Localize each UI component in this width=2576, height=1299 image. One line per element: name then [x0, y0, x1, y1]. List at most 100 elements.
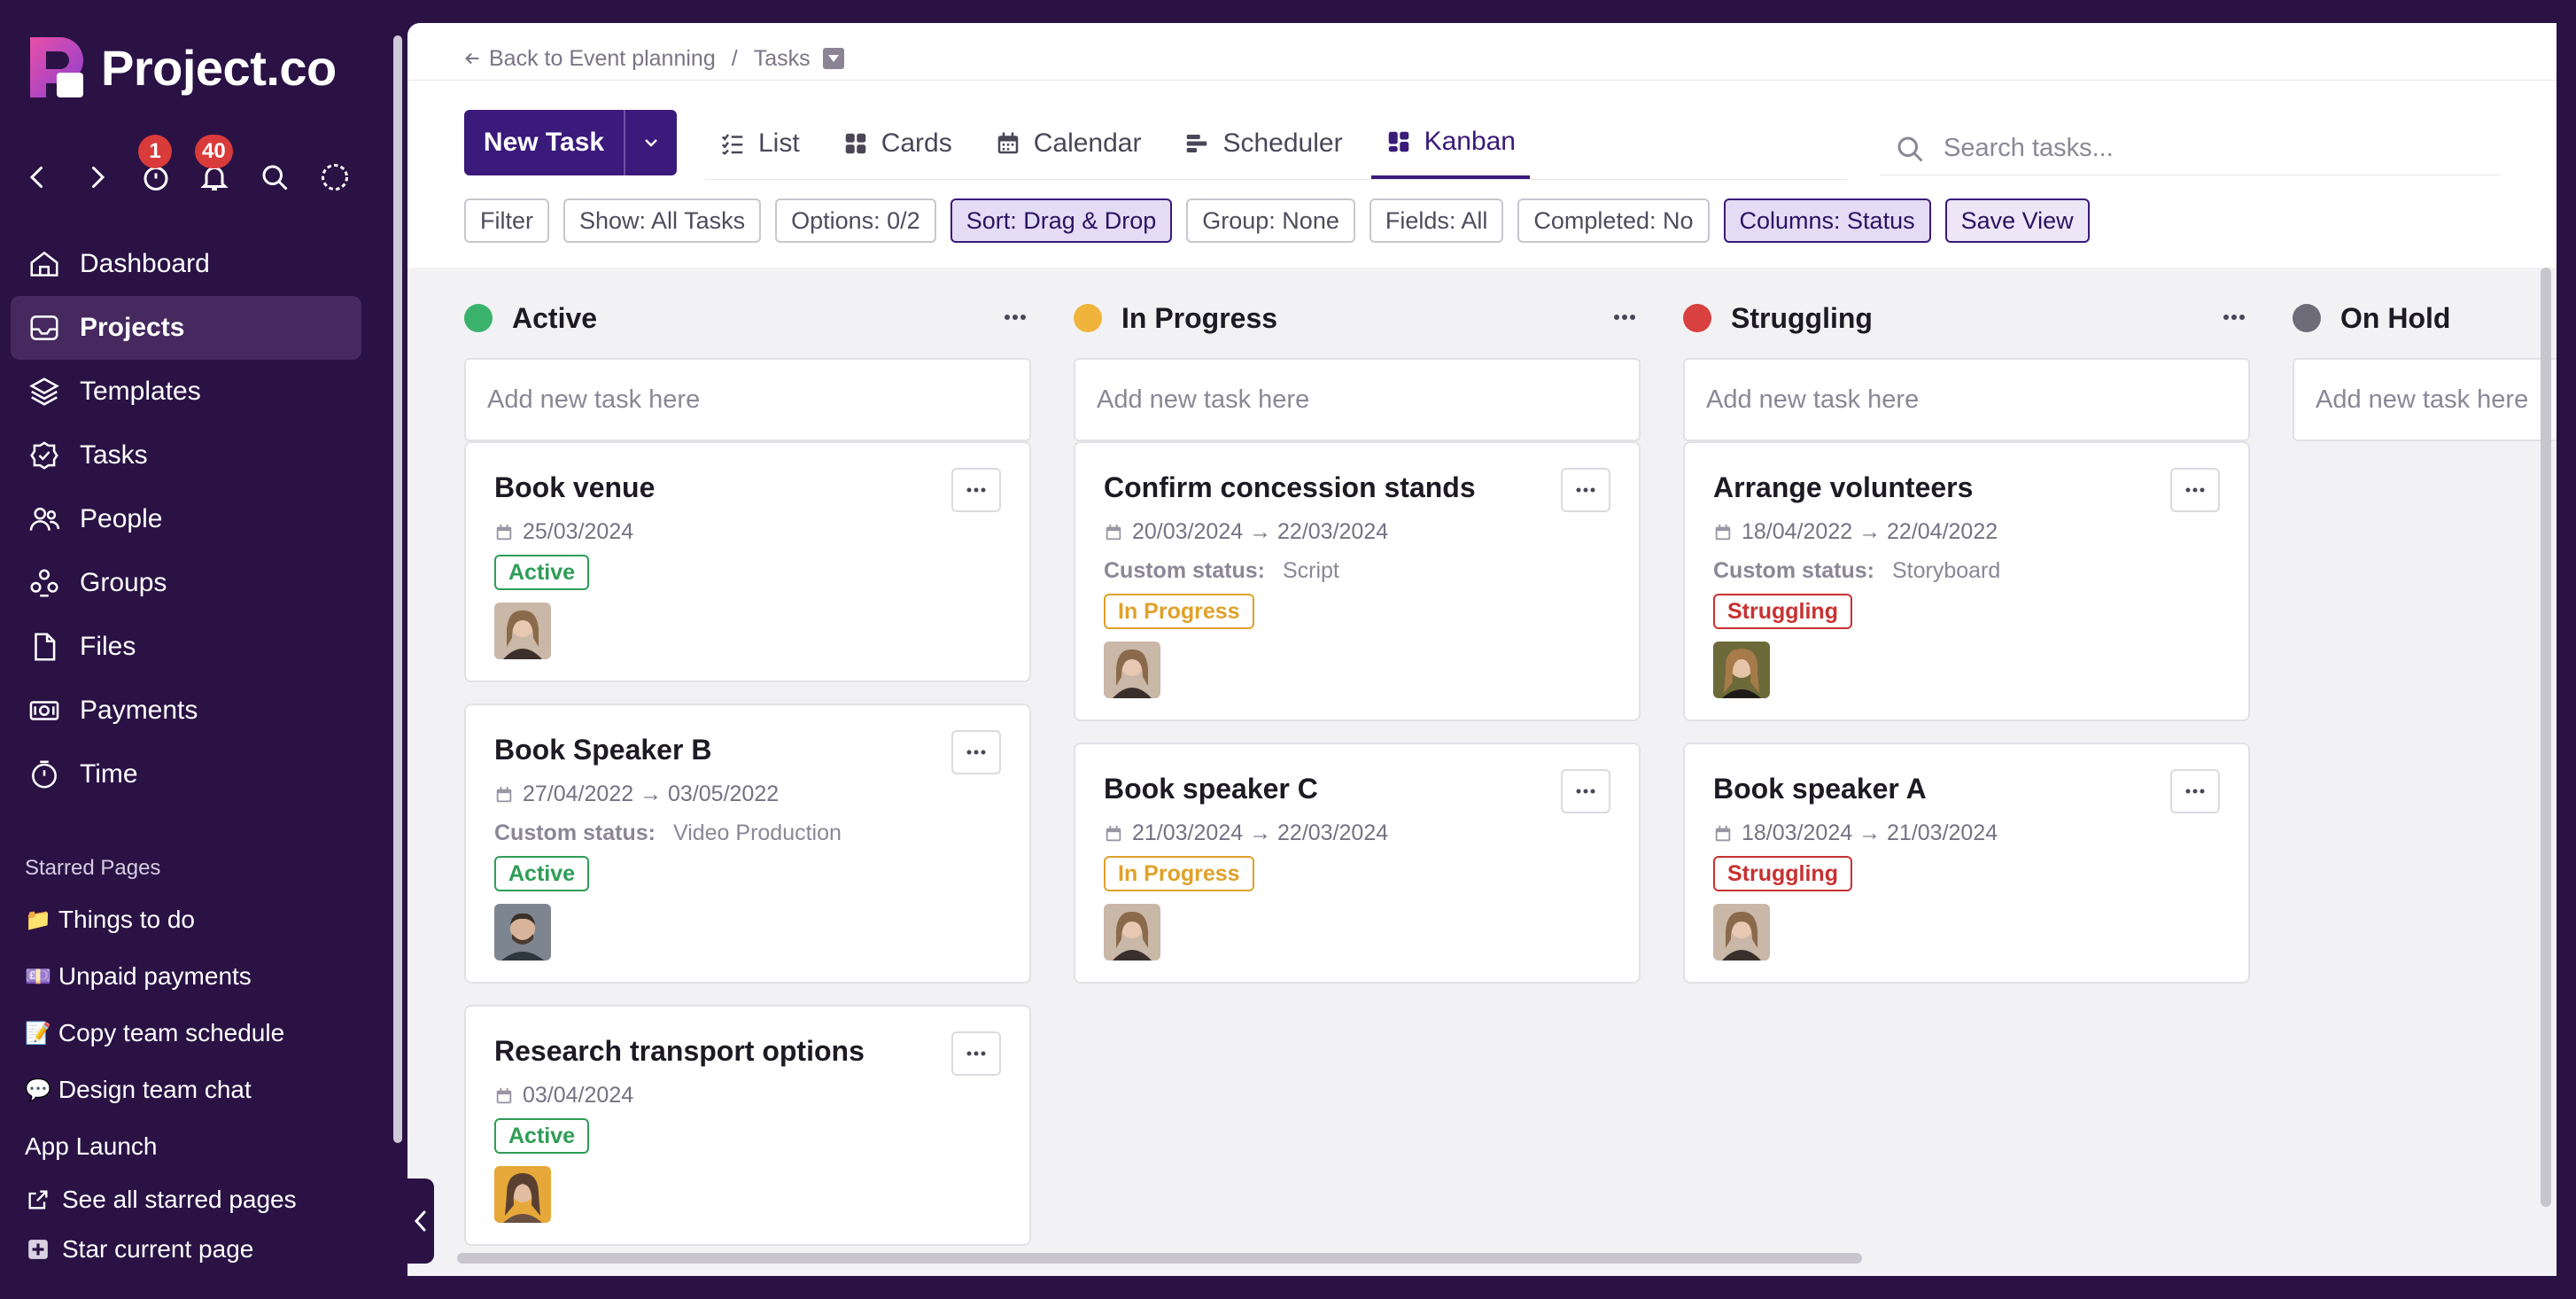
new-task-button[interactable]: New Task [464, 110, 624, 175]
back-arrow-icon[interactable] [19, 159, 55, 195]
chevron-left-icon [414, 1210, 426, 1232]
task-card[interactable]: Research transport options 03/04/2024 Ac… [464, 1005, 1031, 1246]
search-input[interactable] [1944, 134, 2475, 163]
add-task-input[interactable]: Add new task here [1683, 358, 2250, 441]
star-current-page-button[interactable]: Star current page [25, 1225, 379, 1274]
add-task-input[interactable]: Add new task here [1074, 358, 1641, 441]
status-dot [1683, 304, 1711, 332]
calendar-icon [496, 524, 512, 540]
avatar[interactable] [494, 1166, 551, 1223]
sidebar-item-projects[interactable]: Projects [11, 296, 361, 360]
more-horizontal-icon[interactable] [951, 1031, 1001, 1076]
sidebar-item-tasks[interactable]: Tasks [11, 424, 361, 487]
tab-label: Cards [881, 128, 952, 158]
sidebar-item-payments[interactable]: Payments [11, 679, 361, 743]
columns-button[interactable]: Columns: Status [1723, 198, 1931, 243]
starred-item-app-launch[interactable]: App Launch [25, 1118, 379, 1175]
starred-item-things-to-do[interactable]: 📁 Things to do [25, 891, 379, 948]
group-button[interactable]: Group: None [1186, 198, 1355, 243]
avatar[interactable] [1713, 904, 1770, 961]
custom-status: Custom status: Script [1104, 558, 1339, 584]
show-tasks-button[interactable]: Show: All Tasks [563, 198, 762, 243]
custom-status-value: Script [1282, 558, 1339, 583]
more-horizontal-icon[interactable] [2218, 303, 2250, 331]
more-horizontal-icon[interactable] [2170, 769, 2220, 813]
plus-square-icon [25, 1236, 51, 1263]
sidebar-item-dashboard[interactable]: Dashboard [11, 232, 361, 296]
board-vertical-scrollbar[interactable] [2541, 268, 2551, 1207]
tab-label: Scheduler [1222, 128, 1343, 158]
avatar[interactable] [494, 904, 551, 961]
sidebar-item-files[interactable]: Files [11, 615, 361, 679]
sidebar-item-time[interactable]: Time [11, 743, 361, 806]
task-card[interactable]: Book venue 25/03/2024 Active [464, 441, 1031, 682]
brand[interactable]: Project.co [25, 34, 337, 101]
kanban-board: Active Add new task here Book venue 25/0… [407, 268, 2557, 1276]
custom-status-value: Storyboard [1891, 558, 2001, 583]
breadcrumb-separator: / [731, 45, 738, 71]
sidebar-item-templates[interactable]: Templates [11, 360, 361, 424]
more-horizontal-icon[interactable] [951, 730, 1001, 774]
notifications-bell-icon[interactable]: 40 [195, 135, 233, 195]
task-card[interactable]: Arrange volunteers 18/04/2022 → 22/04/20… [1683, 441, 2250, 721]
timer-badge: 1 [138, 135, 172, 168]
board-horizontal-scrollbar[interactable] [457, 1253, 1862, 1264]
completed-button[interactable]: Completed: No [1517, 198, 1710, 243]
sort-button[interactable]: Sort: Drag & Drop [950, 198, 1173, 243]
more-horizontal-icon[interactable] [999, 303, 1031, 331]
column-header: Struggling [1683, 291, 2250, 346]
new-task-dropdown-toggle[interactable] [624, 110, 677, 175]
fields-button[interactable]: Fields: All [1369, 198, 1504, 243]
starred-item-unpaid-payments[interactable]: 💷 Unpaid payments [25, 948, 379, 1005]
more-horizontal-icon[interactable] [1609, 303, 1641, 331]
more-horizontal-icon[interactable] [2170, 468, 2220, 512]
column-title: In Progress [1121, 301, 1278, 334]
calendar-icon [496, 1087, 512, 1103]
speech-bubble-emoji-icon: 💬 [25, 1077, 51, 1102]
starred-item-design-team-chat[interactable]: 💬 Design team chat [25, 1062, 379, 1118]
save-view-button[interactable]: Save View [1944, 198, 2090, 243]
caret-down-icon[interactable] [822, 48, 844, 69]
status-dot [464, 304, 493, 332]
sidebar-item-label: Time [80, 759, 138, 789]
collapse-sidebar-button[interactable] [407, 1178, 434, 1264]
task-card[interactable]: Book speaker C 21/03/2024 → 22/03/2024 I… [1074, 743, 1641, 984]
checklist-icon [721, 134, 743, 155]
options-button[interactable]: Options: 0/2 [775, 198, 936, 243]
forward-arrow-icon[interactable] [80, 159, 115, 195]
sidebar-item-groups[interactable]: Groups [11, 551, 361, 615]
starred-pages-heading: Starred Pages [25, 856, 161, 880]
see-all-starred-link[interactable]: See all starred pages [25, 1175, 379, 1225]
sidebar-item-people[interactable]: People [11, 487, 361, 551]
tab-label: Kanban [1424, 127, 1516, 156]
loading-circle-icon[interactable] [317, 159, 353, 195]
memo-emoji-icon: 📝 [25, 1021, 51, 1046]
more-horizontal-icon[interactable] [1561, 769, 1610, 813]
avatar[interactable] [494, 603, 551, 659]
add-task-input[interactable]: Add new task here [2293, 358, 2557, 441]
starred-item-copy-team-schedule[interactable]: 📝 Copy team schedule [25, 1005, 379, 1062]
add-task-input[interactable]: Add new task here [464, 358, 1031, 441]
avatar[interactable] [1104, 904, 1160, 961]
filter-button[interactable]: Filter [464, 198, 549, 243]
task-card[interactable]: Book Speaker B 27/04/2022 → 03/05/2022 C… [464, 704, 1031, 984]
tab-scheduler[interactable]: Scheduler [1169, 108, 1356, 179]
more-horizontal-icon[interactable] [951, 468, 1001, 512]
tab-kanban[interactable]: Kanban [1370, 108, 1530, 179]
tab-calendar[interactable]: Calendar [981, 108, 1156, 179]
custom-status-label: Custom status: [1713, 558, 1874, 583]
tab-list[interactable]: List [705, 108, 814, 179]
column-header: On Hold [2293, 291, 2557, 346]
task-card[interactable]: Confirm concession stands 20/03/2024 → 2… [1074, 441, 1641, 721]
avatar[interactable] [1104, 642, 1160, 698]
timer-icon[interactable]: 1 [138, 135, 174, 195]
sidebar-menu: Dashboard Projects Templates Tasks Peopl… [11, 232, 361, 806]
sidebar-item-label: Groups [80, 568, 167, 597]
task-card[interactable]: Book speaker A 18/03/2024 → 21/03/2024 S… [1683, 743, 2250, 984]
search-icon[interactable] [257, 159, 292, 195]
tab-cards[interactable]: Cards [828, 108, 966, 179]
more-horizontal-icon[interactable] [1561, 468, 1610, 512]
avatar[interactable] [1713, 642, 1770, 698]
sidebar-scrollbar[interactable] [393, 35, 402, 1143]
breadcrumb-back-link[interactable]: Back to Event planning [489, 46, 716, 72]
